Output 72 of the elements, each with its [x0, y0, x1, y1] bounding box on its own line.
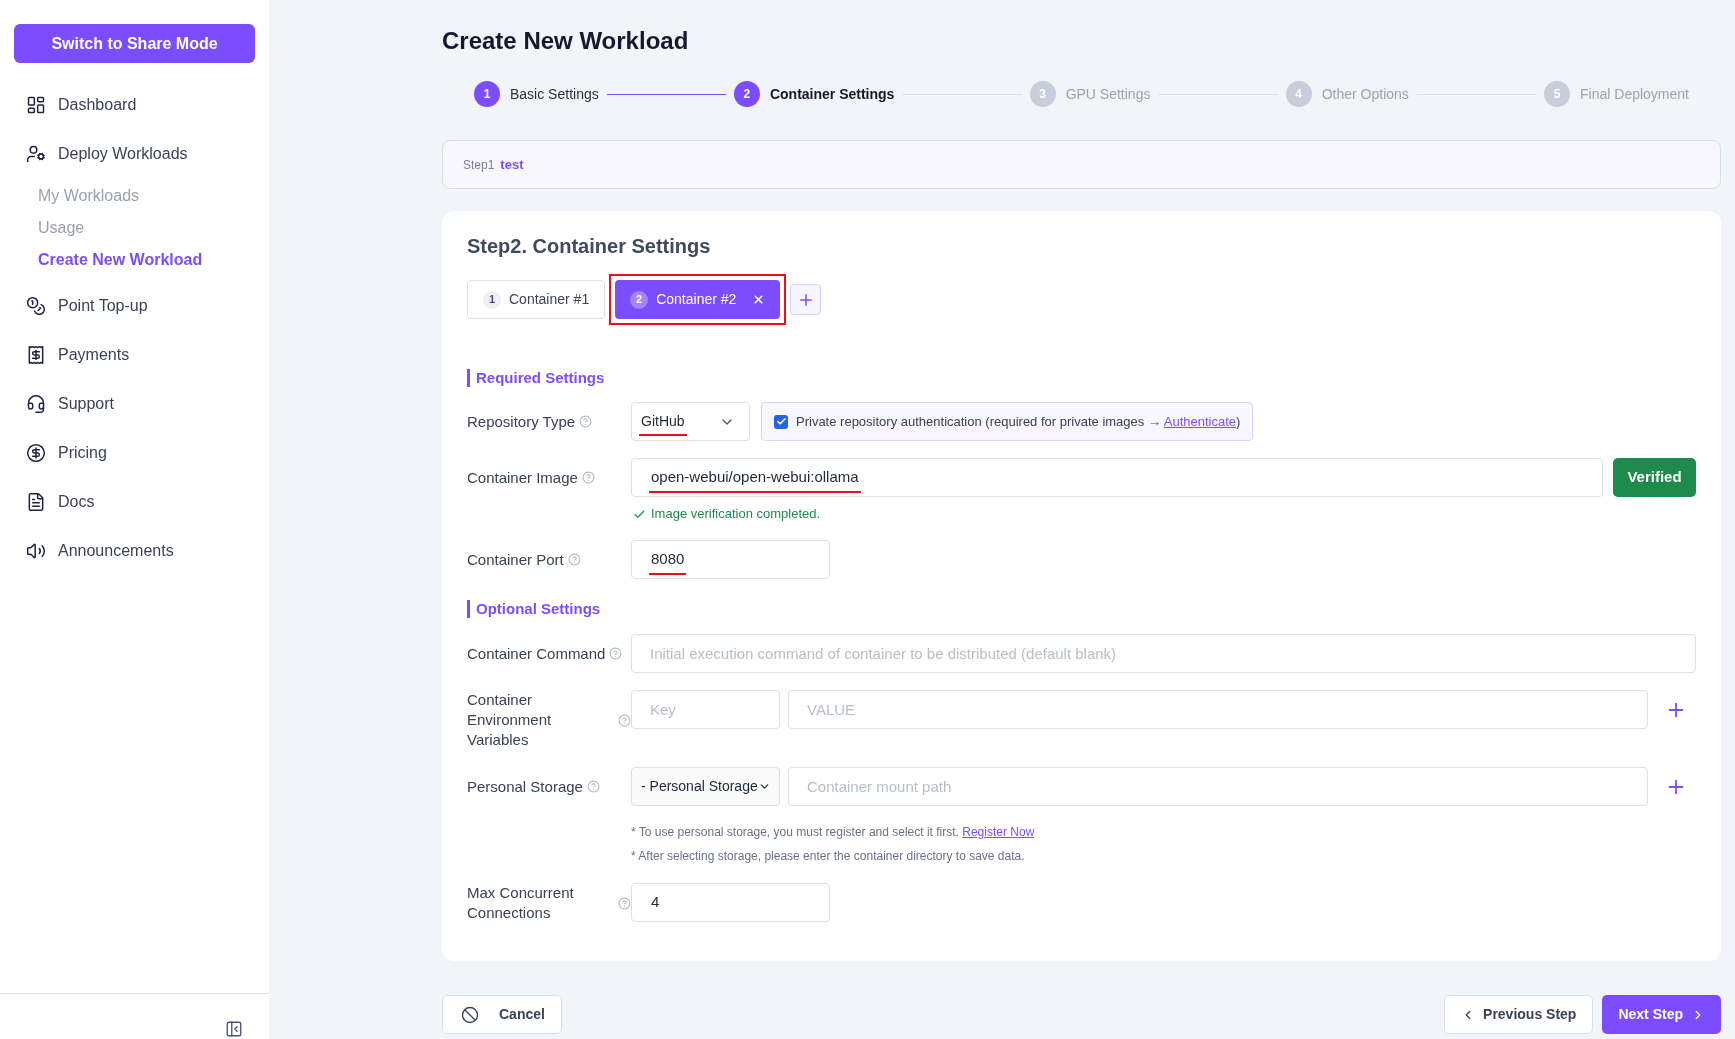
storage-note: * To use personal storage, you must register and select it first. Register Now [631, 824, 1036, 841]
field-label: Container Port [467, 549, 564, 570]
field-label: Container Image [467, 467, 578, 488]
nav-item[interactable]: Point Top-up [26, 281, 148, 330]
nav-item[interactable]: Payments [26, 330, 130, 379]
sidebar-collapse-icon[interactable] [225, 1020, 243, 1038]
field-label: Container Environment Variables [467, 690, 553, 750]
help-icon [609, 647, 623, 660]
field-label: Container Command [467, 643, 606, 664]
text-input[interactable]: Initial execution command of container to be distributed (default blank) [631, 634, 1696, 673]
help-icon [567, 553, 581, 566]
field-label: Repository Type [467, 411, 576, 432]
text-field[interactable]: 4 [631, 883, 830, 922]
help-icon [618, 713, 631, 727]
step-caption: Step1 [463, 156, 495, 174]
container-tab[interactable]: 1 Container #1 [467, 280, 606, 319]
text-input[interactable]: Key [631, 690, 780, 729]
number-badge: 2 [630, 290, 649, 309]
section-title: Required Settings [467, 369, 605, 387]
checkbox[interactable] [774, 414, 788, 429]
field-label: Personal Storage [467, 776, 583, 797]
step-value: test [500, 155, 524, 174]
ban-icon [461, 1005, 479, 1024]
help-icon [581, 471, 595, 484]
page-title: Create New Workload [442, 26, 689, 56]
nav-item[interactable]: Support [26, 379, 115, 428]
nav-item[interactable]: Dashboard [26, 80, 137, 129]
nav-item[interactable]: Pricing [26, 428, 107, 477]
help-icon [618, 896, 631, 910]
checkbox-label: Private repository authentication (required for private images → Authenticate) [796, 412, 1241, 431]
nav-subitem[interactable]: Create New Workload [38, 244, 203, 276]
nav-item[interactable]: Docs [26, 477, 95, 526]
receipt-icon [26, 344, 46, 365]
user-gear-icon [26, 143, 46, 164]
headset-icon [26, 393, 46, 414]
step-label: GPU Settings [1065, 84, 1151, 104]
field-label: Max Concurrent Connections [467, 883, 575, 923]
text-field[interactable]: open-webui/open-webui:ollama [631, 458, 1603, 497]
document-icon [26, 491, 46, 512]
share-mode-button[interactable]: Switch to Share Mode [14, 24, 255, 63]
verified-button[interactable]: Verified [1613, 458, 1696, 497]
step-label: Final Deployment [1580, 84, 1689, 104]
cancel-button[interactable]: Cancel [442, 995, 562, 1034]
select-dropdown[interactable]: - Personal Storage [631, 767, 780, 806]
number-badge: 1 [483, 290, 501, 309]
dashboard-icon [26, 94, 46, 115]
dollar-circle-icon [26, 442, 46, 463]
storage-note: * After selecting storage, please enter the container directory to save data. [631, 848, 1026, 865]
previous-step-button[interactable]: Previous Step [1444, 995, 1594, 1034]
check-icon [775, 416, 787, 427]
container-tab[interactable]: 2 Container #2 [615, 280, 781, 319]
help-icon [586, 780, 600, 793]
coins-icon [26, 295, 46, 316]
step-number: 2 [733, 81, 760, 107]
step-label: Basic Settings [510, 84, 599, 104]
next-step-button[interactable]: Next Step [1602, 995, 1721, 1034]
step-label: Container Settings [769, 84, 895, 104]
add-tab-button[interactable] [790, 284, 822, 315]
text-input[interactable]: VALUE [788, 690, 1648, 729]
step-label: Other Options [1321, 84, 1409, 104]
help-icon [579, 415, 593, 428]
authenticate-link[interactable]: Authenticate [1163, 413, 1237, 429]
text-input[interactable]: Container mount path [788, 767, 1648, 806]
nav-item[interactable]: Announcements [26, 526, 174, 575]
select-dropdown[interactable]: GitHub [631, 402, 750, 441]
section-title: Optional Settings [467, 600, 601, 618]
step-number: 1 [474, 81, 500, 107]
verification-message: Image verification completed. [651, 505, 821, 524]
nav-item[interactable]: Deploy Workloads [26, 129, 188, 178]
register-link[interactable]: Register Now [962, 825, 1035, 839]
text-field[interactable]: 8080 [631, 540, 830, 579]
card-title: Step2. Container Settings [467, 234, 712, 259]
